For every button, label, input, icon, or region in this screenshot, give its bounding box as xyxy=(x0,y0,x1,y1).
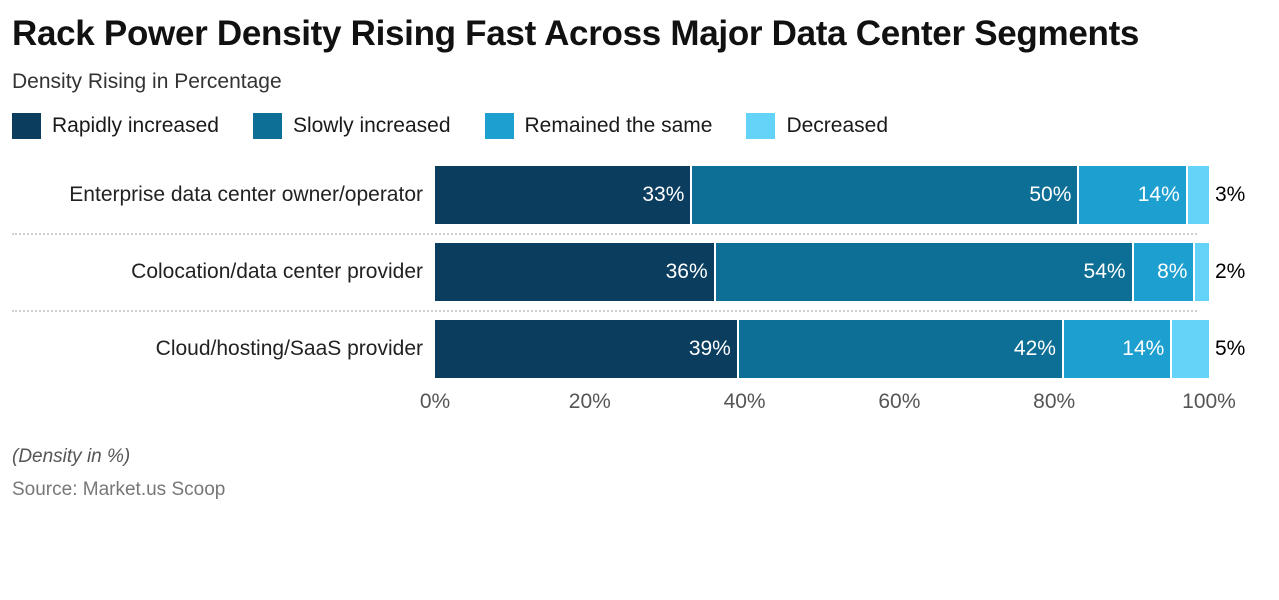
bar-segment-value: 36% xyxy=(665,259,708,283)
bar-segment[interactable]: 3% xyxy=(1185,165,1245,224)
row-separator xyxy=(12,307,1267,314)
bar-segment-value: 14% xyxy=(1137,182,1180,206)
chart-footer: (Density in %) Source: Market.us Scoop xyxy=(12,418,1267,501)
bar-segment[interactable]: 14% xyxy=(1077,165,1186,224)
legend-swatch-icon xyxy=(746,112,776,139)
legend-swatch-icon xyxy=(252,112,282,139)
bar-segment[interactable]: 14% xyxy=(1061,319,1171,378)
legend-item-0[interactable]: Rapidly increased xyxy=(12,112,219,139)
bar-segment-value: 39% xyxy=(688,336,731,360)
bar-segment-value: 33% xyxy=(642,182,685,206)
chart-page: Rack Power Density Rising Fast Across Ma… xyxy=(0,0,1279,600)
bar-segment-value: 2% xyxy=(1214,259,1246,283)
stacked-bar: 33% 50% 14% 3% xyxy=(435,165,1245,224)
bar-segment[interactable]: 8% xyxy=(1131,242,1194,301)
legend-item-3[interactable]: Decreased xyxy=(746,112,889,139)
page-title: Rack Power Density Rising Fast Across Ma… xyxy=(12,14,1140,53)
x-axis-tick-label: 20% xyxy=(568,389,611,413)
bar-segment[interactable]: 50% xyxy=(690,165,1078,224)
bar-segment[interactable]: 2% xyxy=(1193,242,1245,301)
legend-item-label: Decreased xyxy=(786,113,889,137)
bar-segment-value: 54% xyxy=(1083,259,1126,283)
legend-swatch-icon xyxy=(12,112,41,139)
legend-item-2[interactable]: Remained the same xyxy=(484,112,713,139)
chart-row: Enterprise data center owner/operator 33%… xyxy=(12,160,1267,230)
legend-item-label: Remained the same xyxy=(524,113,713,137)
category-label: Cloud/hosting/SaaS provider xyxy=(155,336,423,360)
x-axis-tick-label: 0% xyxy=(419,389,451,413)
bar-segment-value: 5% xyxy=(1214,336,1246,360)
chart-legend: Rapidly increased Slowly increased Remaine… xyxy=(12,94,1267,139)
footnote: (Density in %) xyxy=(12,445,131,467)
category-label: Colocation/data center provider xyxy=(131,259,423,283)
legend-item-label: Slowly increased xyxy=(292,113,451,137)
chart-row: Cloud/hosting/SaaS provider 39% 42% 14% 5% xyxy=(12,314,1267,384)
x-axis-tick-label: 40% xyxy=(723,389,766,413)
chart-row: Colocation/data center provider 36% 54% 8% 2… xyxy=(12,237,1267,307)
x-axis-tick-label: 100% xyxy=(1182,389,1236,413)
bar-segment[interactable]: 5% xyxy=(1170,319,1245,378)
bar-segment-value: 50% xyxy=(1029,182,1072,206)
bar-segment[interactable]: 39% xyxy=(435,319,737,378)
stacked-bar: 36% 54% 8% 2% xyxy=(435,242,1245,301)
plot-area: Enterprise data center owner/operator 33%… xyxy=(12,160,1267,384)
legend-item-label: Rapidly increased xyxy=(52,113,219,137)
x-axis: 0% 20% 40% 60% 80% 100% xyxy=(420,384,1236,418)
bar-segment-value: 8% xyxy=(1157,259,1188,283)
legend-swatch-icon xyxy=(484,112,514,139)
stacked-bar: 39% 42% 14% 5% xyxy=(435,319,1245,378)
bar-segment-value: 3% xyxy=(1214,182,1246,206)
bar-segment[interactable]: 42% xyxy=(736,319,1062,378)
row-separator xyxy=(12,230,1267,237)
bar-segment[interactable]: 36% xyxy=(435,242,714,301)
source-credit: Source: Market.us Scoop xyxy=(12,478,226,500)
category-label: Enterprise data center owner/operator xyxy=(69,182,423,206)
x-axis-tick-label: 80% xyxy=(1033,389,1076,413)
legend-item-1[interactable]: Slowly increased xyxy=(252,112,451,139)
bar-segment-value: 14% xyxy=(1122,336,1165,360)
chart-subtitle: Density Rising in Percentage xyxy=(12,69,282,93)
bar-segment-value: 42% xyxy=(1013,336,1056,360)
x-axis-tick-label: 60% xyxy=(878,389,921,413)
bar-segment[interactable]: 33% xyxy=(435,165,691,224)
bar-segment[interactable]: 54% xyxy=(713,242,1132,301)
